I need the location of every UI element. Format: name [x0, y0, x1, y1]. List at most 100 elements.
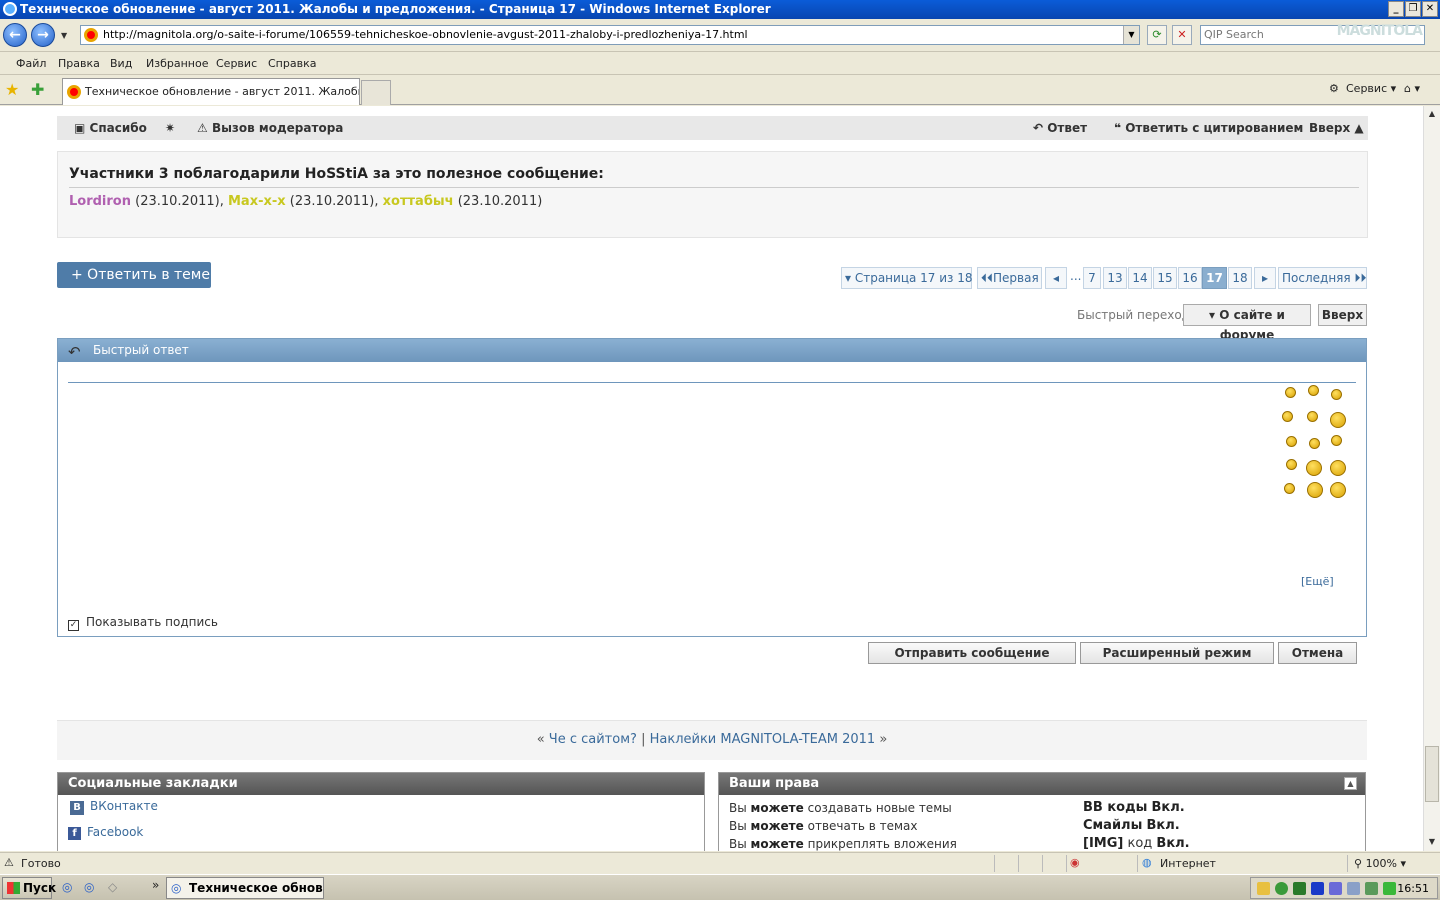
menu-file[interactable]: Файл: [16, 57, 46, 70]
tray-icon[interactable]: [1257, 882, 1270, 895]
smiley-icon[interactable]: [1307, 482, 1323, 498]
smiley-icon[interactable]: [1286, 436, 1297, 447]
tray-icon[interactable]: [1275, 882, 1288, 895]
menu-help[interactable]: Справка: [268, 57, 316, 70]
page-link[interactable]: 7: [1083, 267, 1101, 289]
zoom-level[interactable]: ⚲ 100% ▾: [1354, 857, 1406, 870]
page-link[interactable]: 15: [1153, 267, 1177, 289]
tools-gear-icon[interactable]: ⚙: [1329, 82, 1339, 95]
refresh-button[interactable]: ⟳: [1147, 25, 1167, 45]
system-tray: 16:51: [1250, 877, 1438, 899]
home-icon[interactable]: ⌂ ▾: [1404, 82, 1420, 95]
bbcode-link[interactable]: BB коды: [1083, 800, 1147, 815]
start-button[interactable]: Пуск: [2, 877, 56, 899]
history-dropdown-icon[interactable]: ▼: [61, 31, 67, 40]
smiley-icon[interactable]: [1286, 459, 1297, 470]
menu-view[interactable]: Вид: [110, 57, 132, 70]
smiley-icon[interactable]: [1331, 389, 1342, 400]
ie-quicklaunch-icon[interactable]: ◎: [62, 880, 72, 894]
close-button[interactable]: ✕: [1422, 1, 1438, 17]
thanks-user-link[interactable]: хоттабыч: [383, 194, 454, 209]
tools-button[interactable]: Сервис ▾: [1346, 82, 1396, 95]
smiley-icon[interactable]: [1330, 460, 1346, 476]
smiley-icon[interactable]: [1306, 460, 1322, 476]
current-page: 17: [1202, 267, 1227, 289]
quicklaunch-icon[interactable]: ◎: [84, 880, 94, 894]
new-tab-button[interactable]: [361, 80, 391, 105]
maximize-button[interactable]: ❐: [1405, 1, 1421, 17]
checkbox-checked-icon[interactable]: ✓: [68, 620, 79, 631]
vk-link[interactable]: В ВКонтакте: [70, 799, 158, 815]
prev-page-link[interactable]: ◂: [1045, 267, 1067, 289]
tray-icon[interactable]: [1329, 882, 1342, 895]
site-status-link[interactable]: Че с сайтом?: [549, 732, 637, 747]
next-page-link[interactable]: ▸: [1254, 267, 1276, 289]
menu-edit[interactable]: Правка: [58, 57, 100, 70]
quote-reply-button[interactable]: ❝ Ответить с цитированием: [1114, 121, 1303, 135]
smiley-icon[interactable]: [1330, 482, 1346, 498]
show-signature-checkbox[interactable]: ✓ Показывать подпись: [68, 615, 218, 631]
back-button[interactable]: ←: [3, 23, 27, 47]
vertical-scrollbar[interactable]: ▲ ▼: [1423, 106, 1440, 851]
smiley-icon[interactable]: [1282, 411, 1293, 422]
stop-button[interactable]: ✕: [1172, 25, 1192, 45]
favorites-star-icon[interactable]: ★: [5, 80, 19, 99]
reply-post-button[interactable]: ↶ Ответ: [1033, 121, 1087, 135]
tray-icon[interactable]: [1311, 882, 1324, 895]
smiley-icon[interactable]: [1285, 387, 1296, 398]
quicklaunch-icon[interactable]: ◇: [108, 880, 117, 894]
scroll-top-link[interactable]: Вверх ▲: [1309, 121, 1364, 135]
reply-thread-button[interactable]: + Ответить в теме: [57, 262, 211, 288]
address-dropdown-icon[interactable]: ▼: [1123, 26, 1139, 44]
address-input[interactable]: http://magnitola.org/o-saite-i-forume/10…: [80, 25, 1140, 45]
forum-select[interactable]: ▾ О сайте и форуме: [1183, 304, 1311, 342]
tray-icon[interactable]: [1383, 882, 1396, 895]
scroll-thumb[interactable]: [1425, 746, 1439, 802]
star-icon[interactable]: ✷: [165, 121, 175, 135]
report-moderator-button[interactable]: ⚠ Вызов модератора: [197, 121, 343, 135]
last-page-link[interactable]: Последняя ⏵⏵: [1278, 267, 1367, 289]
advanced-mode-button[interactable]: Расширенный режим: [1080, 642, 1274, 664]
thanks-user-link[interactable]: Max-x-x: [228, 194, 286, 209]
page-link[interactable]: 16: [1178, 267, 1202, 289]
page-link[interactable]: 18: [1228, 267, 1252, 289]
taskbar-ie-window[interactable]: ◎ Техническое обновл...: [166, 877, 324, 899]
scroll-down-icon[interactable]: ▼: [1424, 834, 1440, 850]
smiley-icon[interactable]: [1309, 438, 1320, 449]
cancel-button[interactable]: Отмена: [1278, 642, 1357, 664]
tray-icon[interactable]: [1365, 882, 1378, 895]
tray-icon[interactable]: [1347, 882, 1360, 895]
smilies-link[interactable]: Смайлы: [1083, 818, 1142, 833]
search-input[interactable]: QIP Search MAGNITOLA: [1200, 23, 1425, 45]
tray-icon[interactable]: [1293, 882, 1306, 895]
thanks-button[interactable]: ▣ Спасибо: [74, 121, 147, 135]
reply-icon: ↶: [68, 343, 81, 361]
quick-jump-top-button[interactable]: Вверх: [1318, 304, 1367, 326]
smiley-icon[interactable]: [1307, 411, 1318, 422]
privacy-icon[interactable]: ◉: [1070, 856, 1080, 869]
browser-tab[interactable]: Техническое обновление - август 2011. Жа…: [62, 78, 360, 105]
first-page-link[interactable]: ⏴⏴Первая: [977, 267, 1042, 289]
minimize-button[interactable]: _: [1388, 1, 1404, 17]
page-link[interactable]: 13: [1103, 267, 1127, 289]
page-link[interactable]: 14: [1128, 267, 1152, 289]
send-message-button[interactable]: Отправить сообщение: [868, 642, 1076, 664]
facebook-link[interactable]: f Facebook: [68, 825, 143, 840]
page-info-dropdown[interactable]: ▾ Страница 17 из 18: [841, 267, 973, 289]
smiley-icon[interactable]: [1330, 412, 1346, 428]
stickers-link[interactable]: Наклейки MAGNITOLA-TEAM 2011: [650, 732, 876, 747]
menu-tools[interactable]: Сервис: [216, 57, 257, 70]
collapse-icon[interactable]: ▲: [1344, 777, 1357, 790]
more-smilies-link[interactable]: [Ещё]: [1301, 575, 1334, 588]
add-favorite-icon[interactable]: ✚: [31, 80, 44, 99]
quicklaunch-more-icon[interactable]: »: [152, 878, 159, 892]
menu-favorites[interactable]: Избранное: [146, 57, 208, 70]
scroll-up-icon[interactable]: ▲: [1424, 106, 1440, 122]
forward-button[interactable]: →: [31, 23, 55, 47]
smiley-icon[interactable]: [1331, 435, 1342, 446]
smiley-icon[interactable]: [1308, 385, 1319, 396]
message-textarea[interactable]: [68, 387, 1268, 607]
img-code-link[interactable]: [IMG]: [1083, 836, 1123, 851]
thanks-user-link[interactable]: Lordiron: [69, 194, 131, 209]
smiley-icon[interactable]: [1284, 483, 1295, 494]
